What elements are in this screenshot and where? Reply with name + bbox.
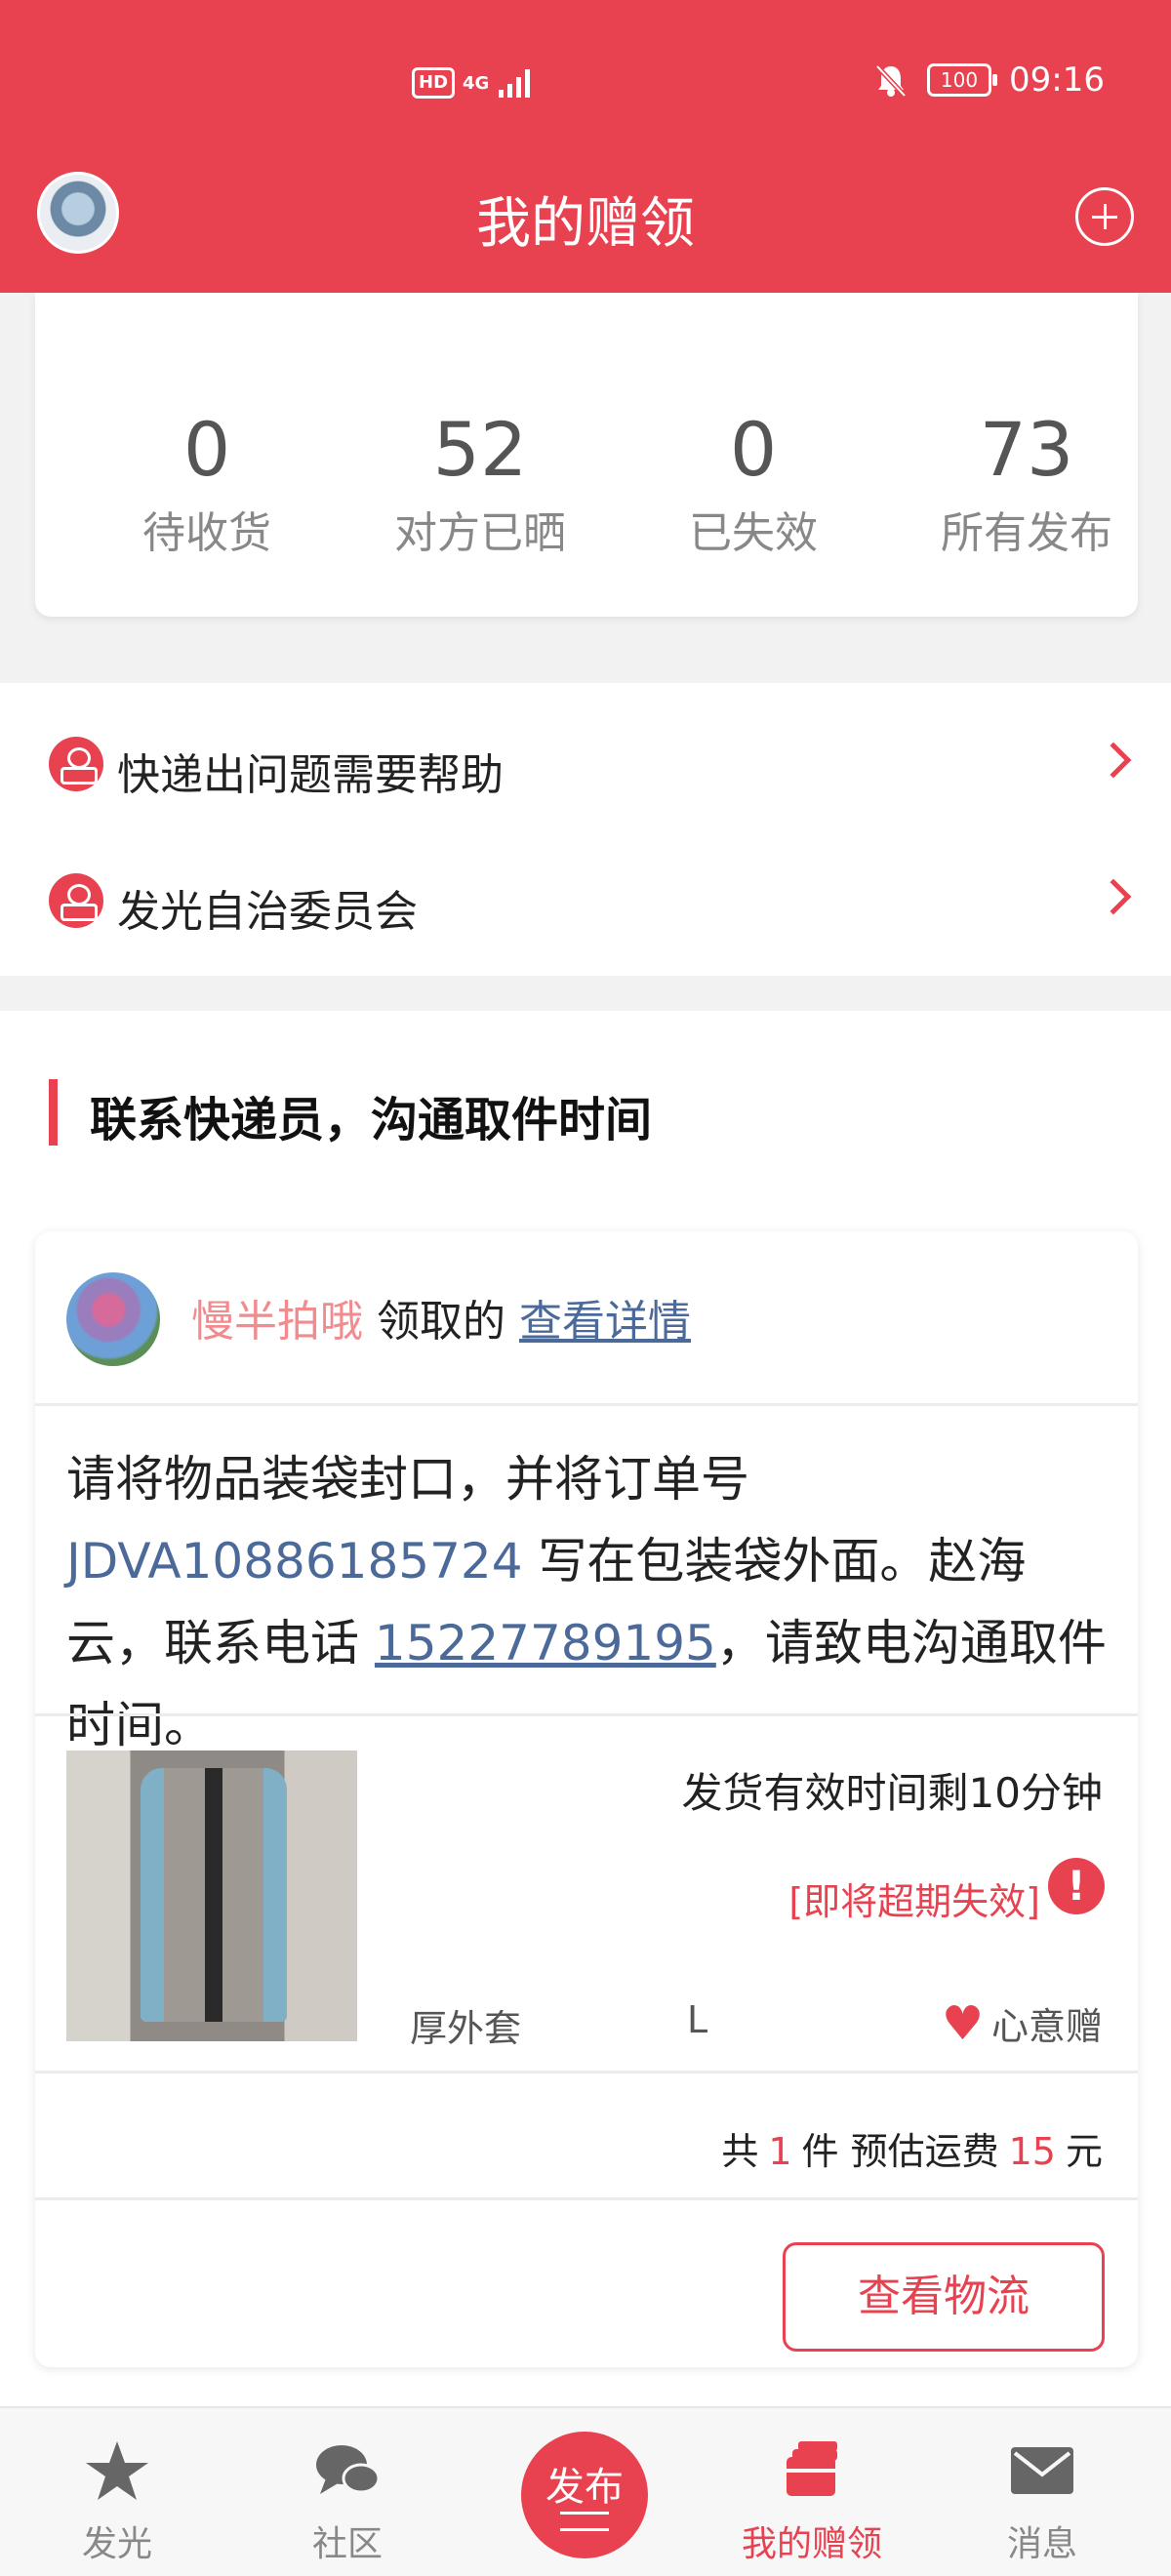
summary-text: 元 [1065, 2130, 1103, 2173]
mute-bell-icon [875, 64, 907, 98]
shipping-fee: 15 [1008, 2130, 1056, 2173]
stat-expired[interactable]: 0 已失效 [617, 406, 890, 560]
stat-pending-receipt[interactable]: 0 待收货 [70, 406, 343, 560]
stat-label: 所有发布 [941, 508, 1112, 558]
chevron-right-icon [1095, 878, 1132, 915]
add-button[interactable] [1075, 187, 1134, 246]
phone-link[interactable]: 15227789195 [375, 1615, 716, 1671]
stat-shared-by-recipient[interactable]: 52 对方已晒 [343, 406, 617, 560]
item-photo[interactable] [66, 1751, 357, 2041]
order-number: JDVA10886185724 [66, 1533, 523, 1590]
help-item-label: 快递出问题需要帮助 [117, 750, 504, 800]
packing-instruction: 请将物品装袋封口，并将订单号 JDVA10886185724 写在包装袋外面。赵… [66, 1438, 1120, 1766]
signal-icon [499, 69, 531, 98]
help-item-delivery-issue[interactable]: 快递出问题需要帮助 [0, 683, 1171, 820]
divider [35, 2197, 1138, 2200]
stat-value: 52 [432, 406, 528, 493]
divider [35, 1713, 1138, 1716]
nav-label: 社区 [311, 2524, 383, 2564]
status-time: 09:16 [1009, 60, 1105, 100]
stats-card: 0 待收货 52 对方已晒 0 已失效 73 所有发布 [35, 293, 1138, 617]
mail-icon [1011, 2447, 1073, 2494]
support-agent-icon [49, 737, 103, 791]
status-right: 100 09:16 [872, 60, 1105, 100]
order-card: 慢半拍哦 领取的 查看详情 请将物品装袋封口，并将订单号 JDVA1088618… [35, 1231, 1138, 2367]
status-bar: HD 4G 100 09:16 [0, 59, 1171, 117]
item-size: L [687, 1998, 708, 2041]
stat-value: 0 [182, 406, 231, 493]
chevron-right-icon [1095, 742, 1132, 779]
view-logistics-button[interactable]: 查看物流 [783, 2242, 1105, 2352]
gift-box-icon [787, 2441, 837, 2496]
battery-icon: 100 [927, 63, 998, 97]
overdue-warning: [即将超期失效] [788, 1880, 1040, 1923]
help-item-committee[interactable]: 发光自治委员会 [0, 820, 1171, 956]
view-details-link[interactable]: 查看详情 [519, 1297, 691, 1347]
menu-lines-icon [560, 2512, 609, 2531]
stat-all-published[interactable]: 73 所有发布 [890, 406, 1163, 560]
divider [35, 2071, 1138, 2073]
nav-item-my-gifts[interactable]: 我的赠领 [695, 2408, 929, 2576]
item-name: 厚外套 [410, 2007, 522, 2050]
network-type: 4G [463, 72, 490, 94]
section-title: 联系快递员，沟通取件时间 [90, 1093, 653, 1147]
item-quantity: 1 [768, 2130, 792, 2173]
divider [35, 1403, 1138, 1406]
hd-badge: HD [412, 67, 456, 99]
section-accent-bar [49, 1079, 58, 1146]
alert-icon: ! [1048, 1858, 1105, 1914]
stat-label: 待收货 [142, 508, 271, 558]
support-agent-icon [49, 873, 103, 928]
stat-value: 73 [979, 406, 1074, 493]
nav-item-messages[interactable]: 消息 [925, 2408, 1159, 2576]
nav-label: 我的赠领 [741, 2524, 882, 2564]
summary-text: 共 [721, 2130, 759, 2173]
publish-label: 发布 [545, 2465, 624, 2510]
summary-text: 件 预估运费 [801, 2130, 999, 2173]
gift-type-label: 心意赠 [990, 2005, 1103, 2048]
recipient-name[interactable]: 慢半拍哦 [191, 1297, 363, 1347]
recipient-avatar[interactable] [66, 1272, 160, 1366]
nav-item-community[interactable]: 社区 [230, 2408, 464, 2576]
shipping-deadline: 发货有效时间剩10分钟 [681, 1769, 1103, 1817]
chat-icon [316, 2445, 381, 2494]
stat-value: 0 [729, 406, 778, 493]
recipient-action: 领取的 [377, 1297, 505, 1347]
gift-type: ♥ 心意赠 [942, 1996, 1103, 2050]
order-summary: 共1件 预估运费 15 元 [721, 2121, 1103, 2175]
instruction-text: 请将物品装袋封口，并将订单号 [66, 1451, 749, 1508]
publish-button[interactable]: 发布 [521, 2432, 648, 2558]
stat-label: 已失效 [689, 508, 818, 558]
nav-label: 消息 [1006, 2524, 1077, 2564]
help-item-label: 发光自治委员会 [117, 887, 418, 937]
network-indicator: HD 4G [412, 66, 536, 100]
recipient-line: 慢半拍哦 领取的 查看详情 [191, 1286, 691, 1348]
help-list: 快递出问题需要帮助 发光自治委员会 [0, 683, 1171, 976]
star-icon [86, 2441, 148, 2500]
nav-label: 发光 [81, 2524, 152, 2564]
nav-item-glow[interactable]: 发光 [0, 2408, 234, 2576]
heart-icon: ♥ [941, 1995, 984, 2051]
page-title: 我的赠领 [476, 192, 695, 256]
app-header: HD 4G 100 09:16 我的赠领 [0, 0, 1171, 293]
stat-label: 对方已晒 [394, 508, 566, 558]
bottom-nav: 发光 社区 发布 我的赠领 消息 [0, 2406, 1171, 2576]
